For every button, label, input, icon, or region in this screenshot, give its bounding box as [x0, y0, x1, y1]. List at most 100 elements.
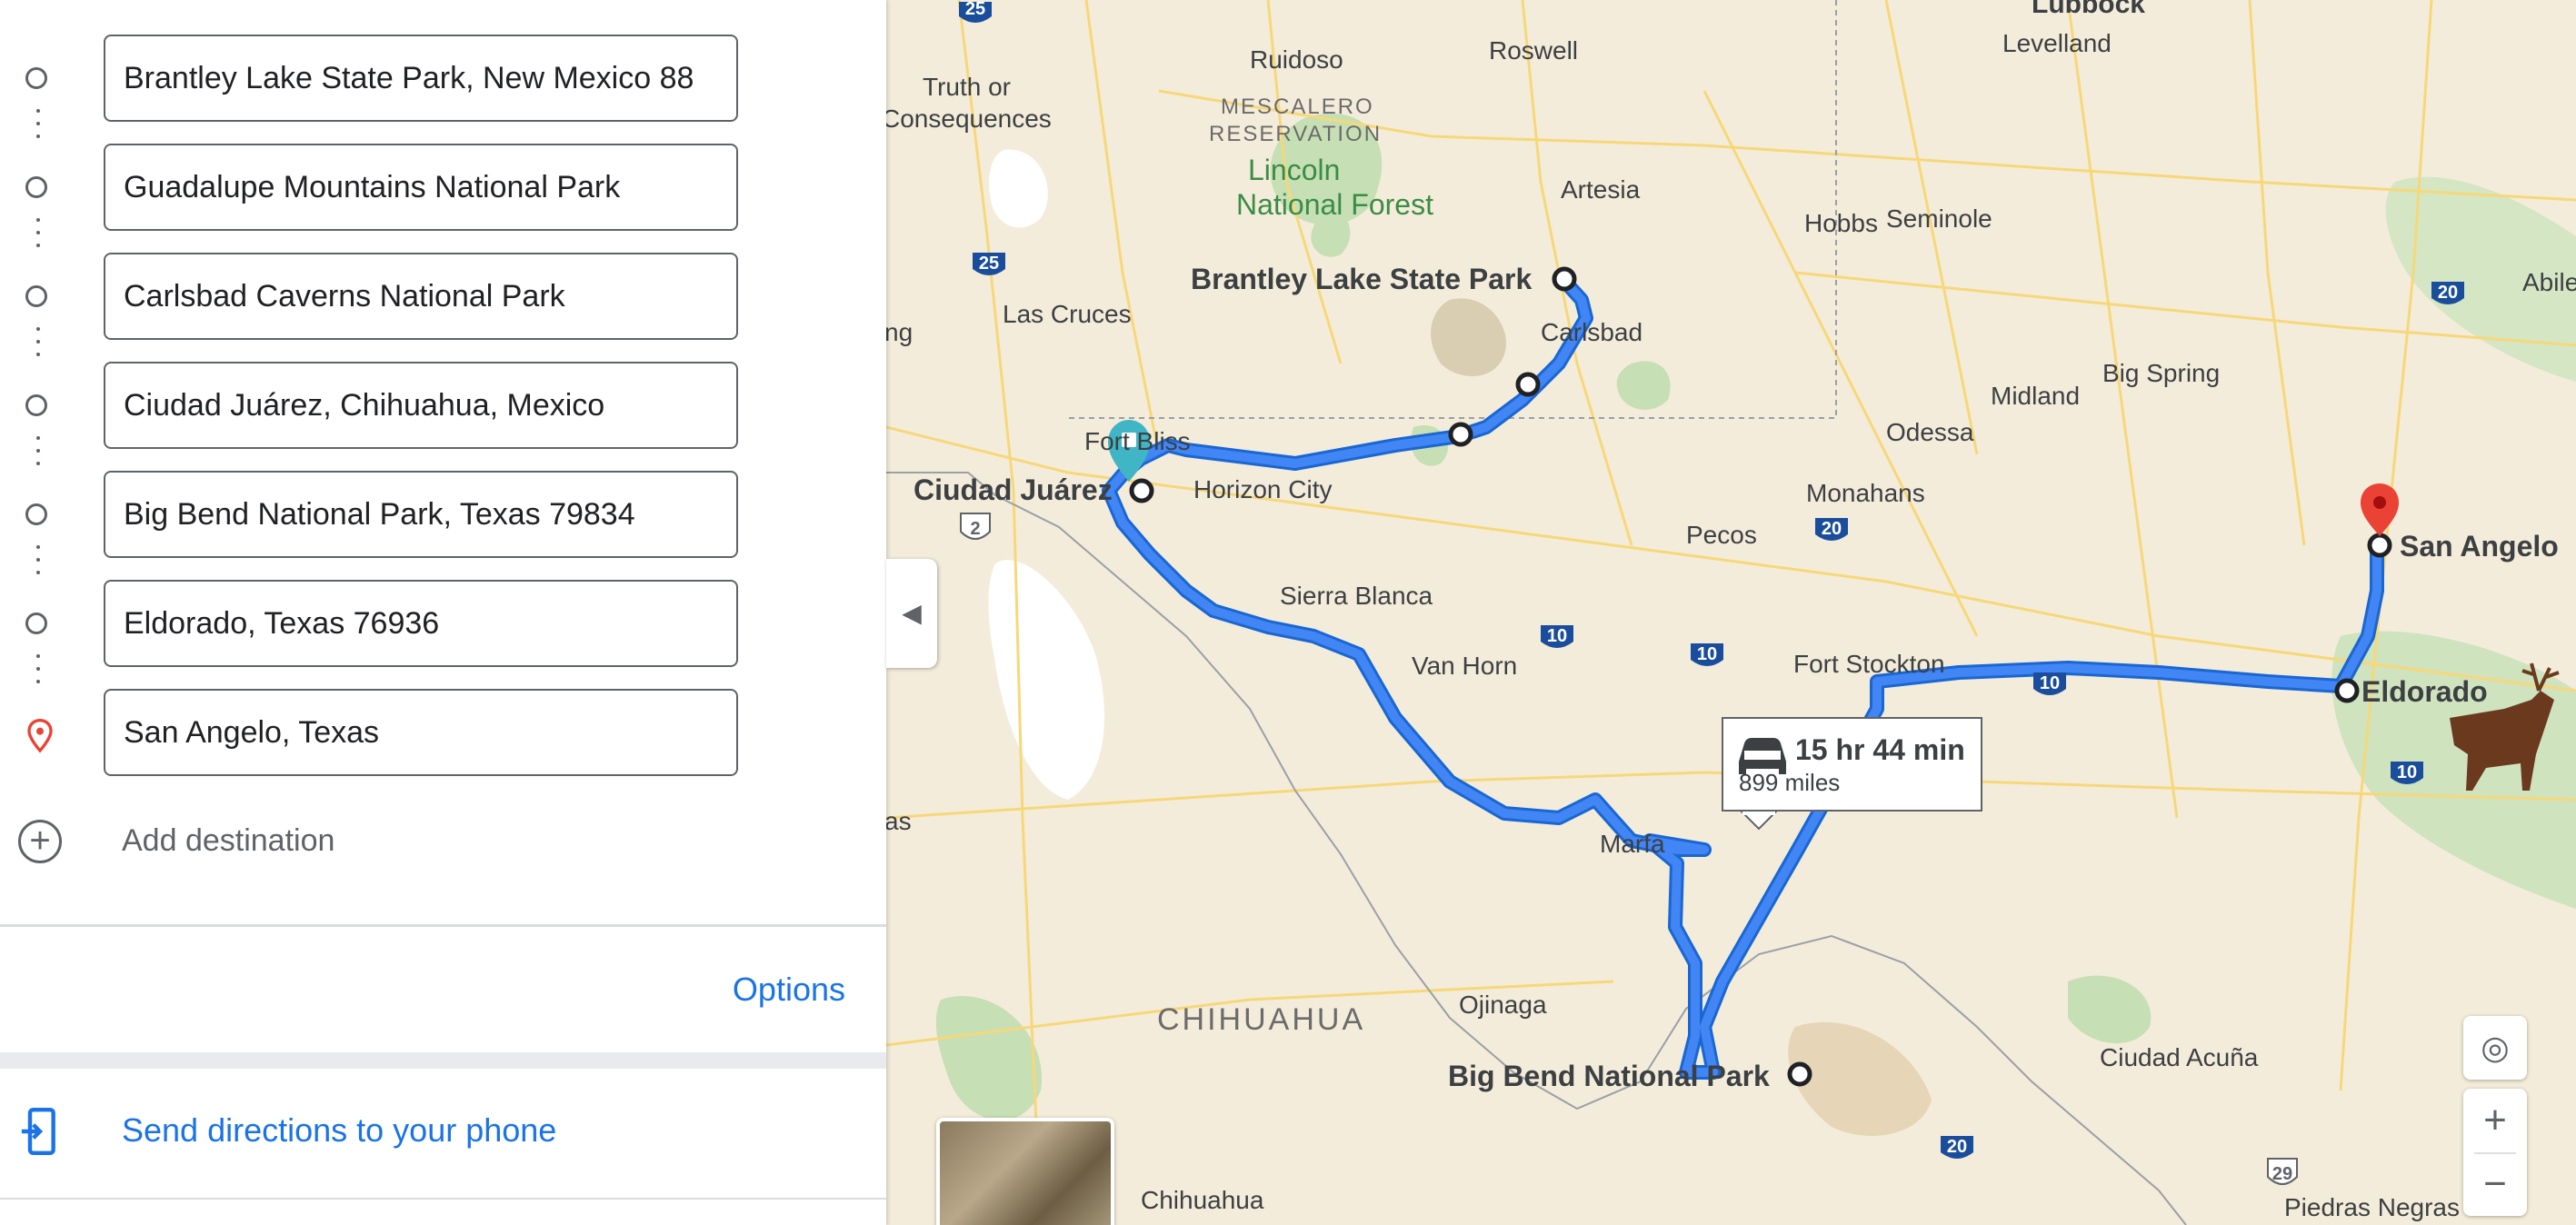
waypoint-input[interactable]: Big Bend National Park, Texas 79834 [104, 471, 738, 558]
waypoint-circle-icon [25, 612, 47, 634]
label-big-bend: Big Bend National Park [1448, 1060, 1770, 1092]
zoom-out-button[interactable]: − [2463, 1154, 2527, 1216]
add-circle-icon: + [18, 820, 62, 863]
label-sierra-blanca: Sierra Blanca [1280, 582, 1433, 610]
place-labels: Lubbock Ruidoso Roswell Levelland Truth … [886, 0, 2576, 1221]
zoom-in-button[interactable]: + [2463, 1089, 2527, 1152]
label-horizon-city: Horizon City [1193, 475, 1332, 503]
connector-dots [36, 545, 40, 583]
svg-text:29: 29 [2272, 1164, 2292, 1184]
route-shield: 29 [2267, 1158, 2298, 1185]
destination-pin-icon[interactable] [2361, 483, 2399, 536]
label-san-angelo: San Angelo [2400, 530, 2559, 563]
send-to-phone-icon [21, 1107, 55, 1156]
satellite-layer-toggle[interactable] [936, 1118, 1114, 1225]
waypoint-input[interactable]: Guadalupe Mountains National Park [104, 144, 738, 231]
waypoint-row: Guadalupe Mountains National Park [0, 144, 886, 234]
plus-icon: + [2483, 1098, 2507, 1142]
label-midland: Midland [1991, 382, 2080, 410]
label-marfa: Marfa [1600, 830, 1665, 858]
stop-san-angelo[interactable] [2367, 533, 2392, 558]
connector-dots [36, 327, 40, 365]
map-svg: 25 25 20 20 10 10 10 10 20 2 29 Lubbock … [886, 0, 2576, 1225]
connector-dots [36, 109, 40, 147]
salt-flat [989, 149, 1048, 228]
label-abilene: Abilene [2522, 268, 2576, 296]
add-destination-button[interactable]: + Add destination [0, 809, 886, 881]
route-line [1104, 275, 2381, 1077]
forest-area [1616, 361, 1671, 410]
route-duration: 15 hr 44 min [1795, 733, 1965, 766]
waypoint-row: Big Bend National Park, Texas 79834 [0, 471, 886, 562]
interstate-shield: 25 [959, 0, 992, 23]
interstate-shield: 20 [1815, 518, 1848, 541]
label-consequences: Consequences [886, 105, 1052, 133]
interstate-shield: 10 [1691, 643, 1723, 666]
label-ng: ng [886, 318, 913, 346]
waypoint-circle-icon [25, 503, 47, 525]
stop-eldorado[interactable] [2334, 678, 2360, 703]
options-button[interactable]: Options [733, 971, 845, 1009]
label-brantley-lake: Brantley Lake State Park [1191, 263, 1533, 295]
stop-carlsbad[interactable] [1448, 422, 1473, 447]
label-eldorado: Eldorado [2361, 675, 2488, 708]
label-pecos: Pecos [1686, 521, 1757, 549]
terrain-area [1431, 298, 1506, 376]
label-lubbock: Lubbock [2032, 0, 2145, 19]
my-location-button[interactable]: ◎ [2463, 1016, 2527, 1080]
international-border [886, 472, 2187, 1225]
waypoint-row: Eldorado, Texas 76936 [0, 580, 886, 671]
label-chihuahua-city: Chihuahua [1141, 1186, 1264, 1214]
label-ruidoso: Ruidoso [1250, 45, 1343, 74]
waypoint-circle-icon [25, 67, 47, 89]
label-roswell: Roswell [1489, 36, 1578, 65]
label-carlsbad: Carlsbad [1541, 318, 1642, 346]
stop-big-bend[interactable] [1787, 1061, 1812, 1087]
stop-guadalupe[interactable] [1515, 372, 1541, 397]
label-monahans: Monahans [1806, 479, 1925, 507]
waypoint-input[interactable]: Carlsbad Caverns National Park [104, 253, 738, 340]
label-fort-stockton: Fort Stockton [1793, 650, 1945, 678]
waypoint-input[interactable]: Eldorado, Texas 76936 [104, 580, 738, 667]
waypoint-input[interactable]: Ciudad Juárez, Chihuahua, Mexico [104, 362, 738, 449]
svg-text:10: 10 [2040, 673, 2060, 693]
label-levelland: Levelland [2002, 29, 2112, 57]
salt-flat [988, 560, 1104, 800]
waypoint-input[interactable]: Brantley Lake State Park, New Mexico 88 [104, 35, 738, 122]
svg-text:2: 2 [970, 519, 980, 539]
label-odessa: Odessa [1886, 418, 1974, 446]
interstate-shield: 20 [1941, 1136, 1973, 1159]
label-fort-bliss: Fort Bliss [1084, 427, 1191, 455]
label-piedras-negras: Piedras Negras [2284, 1193, 2460, 1221]
minus-icon: − [2483, 1161, 2507, 1206]
stop-ciudad-juarez[interactable] [1129, 478, 1154, 503]
svg-text:10: 10 [1547, 626, 1567, 646]
label-seminole: Seminole [1886, 204, 1992, 233]
zoom-controls: + − [2463, 1089, 2527, 1216]
label-big-spring: Big Spring [2102, 359, 2220, 387]
waypoint-input[interactable]: San Angelo, Texas [104, 689, 738, 776]
route-info-callout[interactable]: 15 hr 44 min 899 miles [1722, 717, 1982, 831]
send-to-phone-button[interactable]: Send directions to your phone [0, 1095, 886, 1168]
stop-brantley[interactable] [1552, 266, 1577, 292]
label-van-horn: Van Horn [1412, 652, 1517, 680]
waypoint-circle-icon [25, 176, 47, 198]
connector-dots [36, 654, 40, 692]
forest-area [2068, 975, 2152, 1044]
svg-text:10: 10 [1697, 644, 1717, 664]
crosshair-icon: ◎ [2481, 1029, 2510, 1066]
route-shield: 2 [960, 513, 991, 540]
label-mescalero: MESCALERO [1221, 95, 1374, 119]
interstate-shield: 10 [2391, 762, 2423, 784]
collapse-panel-button[interactable]: ◀ [886, 559, 937, 668]
waypoint-circle-icon [25, 394, 47, 416]
interstate-shield: 20 [2431, 282, 2464, 304]
label-reservation: RESERVATION [1209, 122, 1382, 146]
map-canvas[interactable]: 25 25 20 20 10 10 10 10 20 2 29 Lubbock … [886, 0, 2576, 1225]
label-las-cruces: Las Cruces [1003, 300, 1132, 328]
label-ojinaga: Ojinaga [1459, 991, 1547, 1019]
svg-text:20: 20 [2438, 283, 2458, 303]
connector-dots [36, 436, 40, 474]
waypoint-circle-icon [25, 285, 47, 307]
forest-area [2331, 631, 2576, 909]
